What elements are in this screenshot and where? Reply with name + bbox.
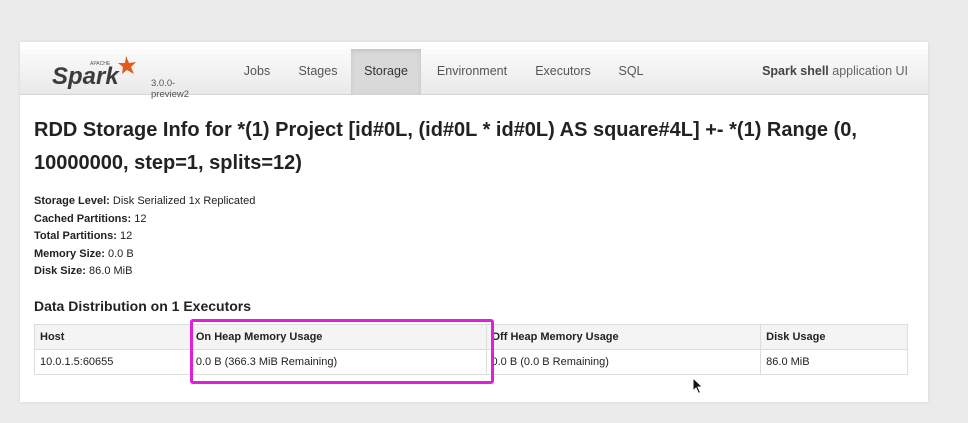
summary-disk-size: Disk Size: 86.0 MiB	[34, 265, 133, 278]
summary-storage-level: Storage Level: Disk Serialized 1x Replic…	[34, 195, 256, 207]
summary-total-partitions: Total Partitions: 12	[34, 230, 133, 243]
app-name: Spark shell	[762, 64, 829, 78]
spark-logo[interactable]: APACHE Spark 3.0.0-preview2	[50, 52, 200, 100]
summary-memory-size: Memory Size: 0.0 B	[34, 247, 134, 260]
tab-jobs[interactable]: Jobs	[233, 49, 281, 94]
summary-cached-partitions: Cached Partitions: 12	[34, 212, 147, 225]
tab-executors[interactable]: Executors	[527, 49, 599, 94]
cell-disk: 86.0 MiB	[760, 349, 908, 375]
mouse-cursor-icon	[692, 377, 704, 395]
rdd-summary: Storage Level: Disk Serialized 1x Replic…	[34, 193, 255, 281]
cell-on-heap: 0.0 B (366.3 MiB Remaining)	[189, 349, 487, 375]
tab-environment[interactable]: Environment	[426, 49, 518, 94]
cell-off-heap: 0.0 B (0.0 B Remaining)	[485, 349, 762, 375]
table-row: 10.0.1.5:60655 0.0 B (366.3 MiB Remainin…	[34, 349, 908, 375]
distribution-title[interactable]: Data Distribution on 1 Executors	[34, 298, 251, 314]
distribution-table: Host On Heap Memory Usage Off Heap Memor…	[34, 324, 908, 375]
storage-page: APACHE Spark 3.0.0-preview2 Jobs Stages …	[20, 42, 928, 402]
tab-sql[interactable]: SQL	[612, 49, 650, 94]
cell-host: 10.0.1.5:60655	[34, 349, 191, 375]
column-header-host[interactable]: Host	[34, 324, 191, 350]
tab-stages[interactable]: Stages	[290, 49, 346, 94]
column-header-disk[interactable]: Disk Usage	[760, 324, 908, 350]
column-header-off-heap[interactable]: Off Heap Memory Usage	[485, 324, 762, 350]
version-label: 3.0.0-preview2	[151, 78, 190, 100]
table-header-row: Host On Heap Memory Usage Off Heap Memor…	[34, 324, 908, 350]
page-title: RDD Storage Info for *(1) Project [id#0L…	[34, 119, 857, 174]
navbar: APACHE Spark 3.0.0-preview2 Jobs Stages …	[20, 49, 928, 100]
column-header-on-heap[interactable]: On Heap Memory Usage	[189, 324, 487, 350]
brand-name: Spark	[52, 63, 120, 90]
app-suffix: application UI	[828, 64, 908, 78]
tab-storage[interactable]: Storage	[351, 49, 421, 94]
spark-logo-icon: APACHE Spark	[52, 56, 136, 90]
app-title: Spark shell application UI	[762, 49, 908, 94]
